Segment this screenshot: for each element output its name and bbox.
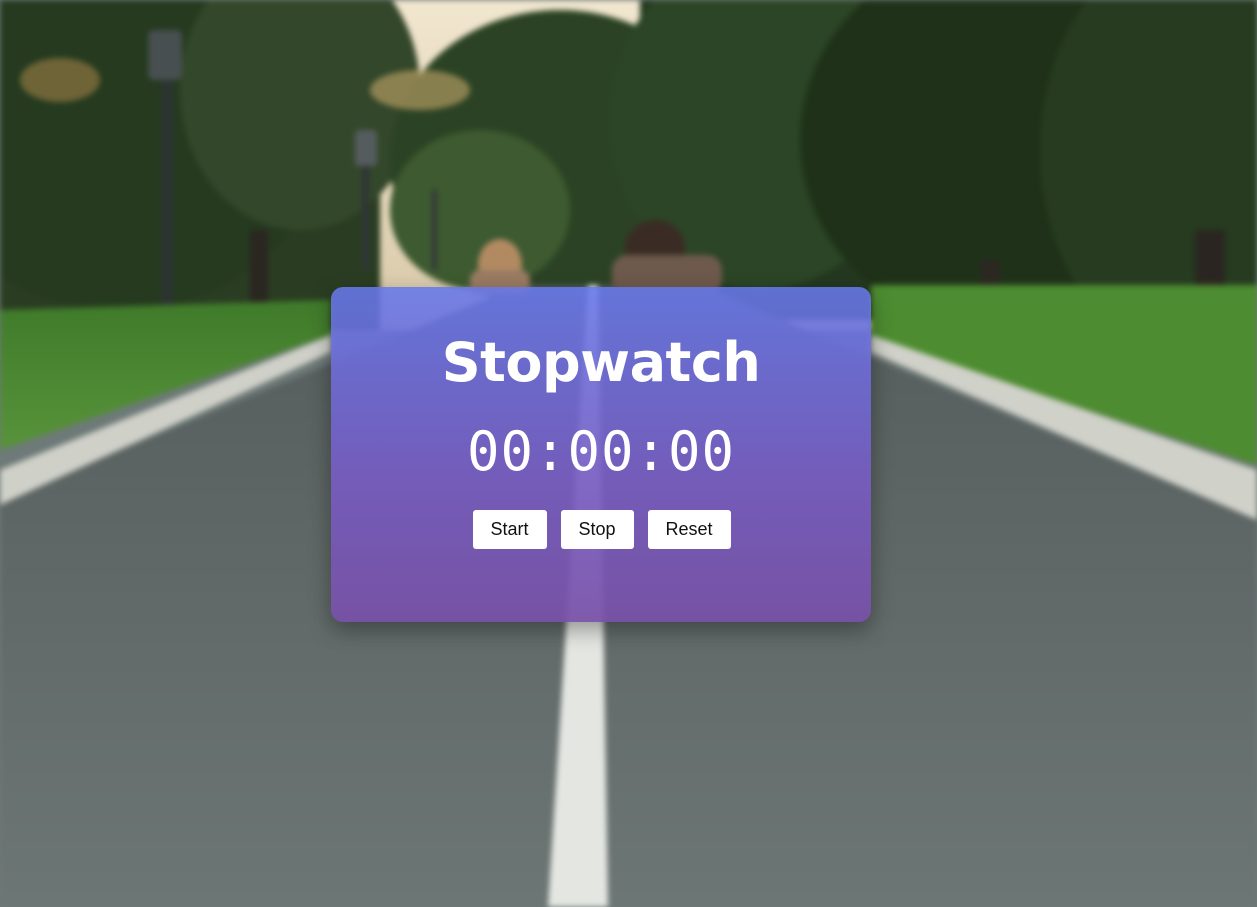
reset-button[interactable]: Reset: [647, 510, 731, 549]
control-buttons: Start Stop Reset: [331, 510, 871, 549]
stop-button[interactable]: Stop: [560, 510, 634, 549]
time-display: 00:00:00: [466, 420, 736, 483]
start-button[interactable]: Start: [472, 510, 547, 549]
stopwatch-card: Stopwatch 00:00:00 Start Stop Reset: [331, 287, 871, 622]
stopwatch-title: Stopwatch: [441, 331, 761, 394]
